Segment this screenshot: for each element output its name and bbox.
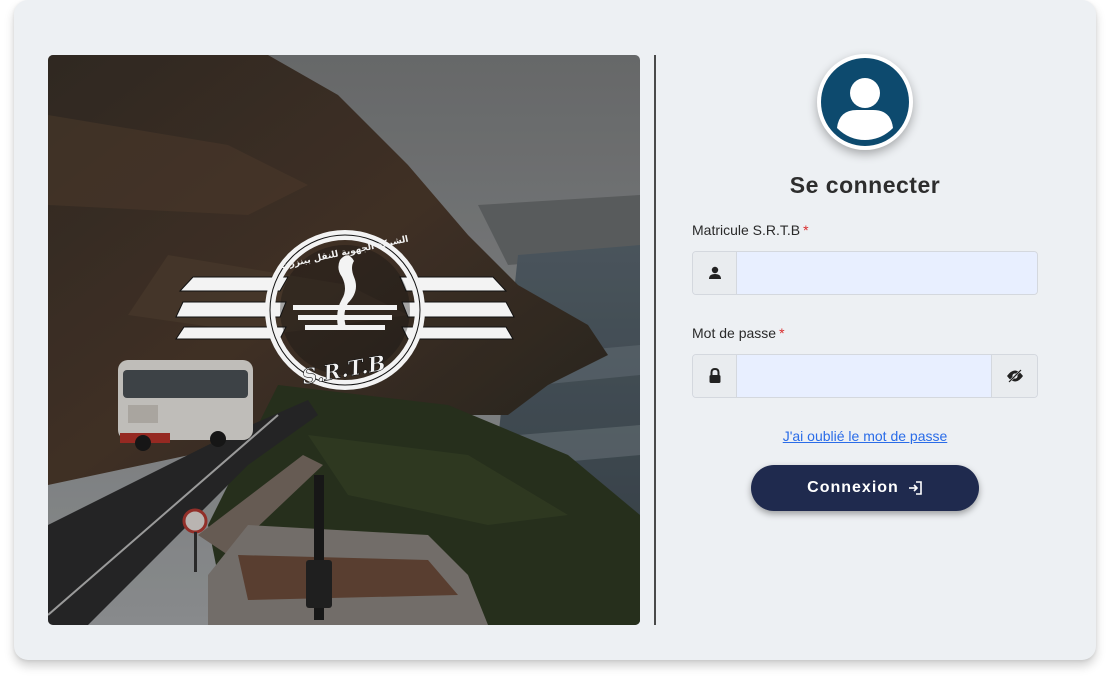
matricule-label: Matricule S.R.T.B * bbox=[692, 222, 809, 238]
matricule-input-group bbox=[692, 251, 1038, 295]
password-label-text: Mot de passe bbox=[692, 325, 777, 341]
avatar bbox=[817, 54, 913, 150]
forgot-password-link[interactable]: J'ai oublié le mot de passe bbox=[692, 428, 1038, 444]
login-button-label: Connexion bbox=[807, 479, 899, 496]
login-button[interactable]: Connexion bbox=[751, 465, 979, 511]
sign-in-icon bbox=[908, 481, 922, 495]
required-mark: * bbox=[803, 222, 809, 238]
matricule-label-text: Matricule S.R.T.B bbox=[692, 222, 801, 238]
toggle-password-button[interactable] bbox=[991, 355, 1037, 397]
eye-slash-icon bbox=[1006, 369, 1023, 383]
page-title: Se connecter bbox=[789, 172, 941, 198]
password-input[interactable] bbox=[737, 355, 991, 397]
user-icon bbox=[693, 252, 737, 294]
vertical-divider bbox=[654, 55, 656, 625]
matricule-input[interactable] bbox=[737, 252, 1037, 294]
lock-icon bbox=[693, 355, 737, 397]
hero-photo: الشركة الجهوية للنقل ببنزرت S.R.T.B bbox=[48, 55, 640, 625]
user-circle-icon bbox=[821, 58, 909, 146]
password-label: Mot de passe * bbox=[692, 325, 785, 341]
password-input-group bbox=[692, 354, 1038, 398]
required-mark: * bbox=[779, 325, 785, 341]
